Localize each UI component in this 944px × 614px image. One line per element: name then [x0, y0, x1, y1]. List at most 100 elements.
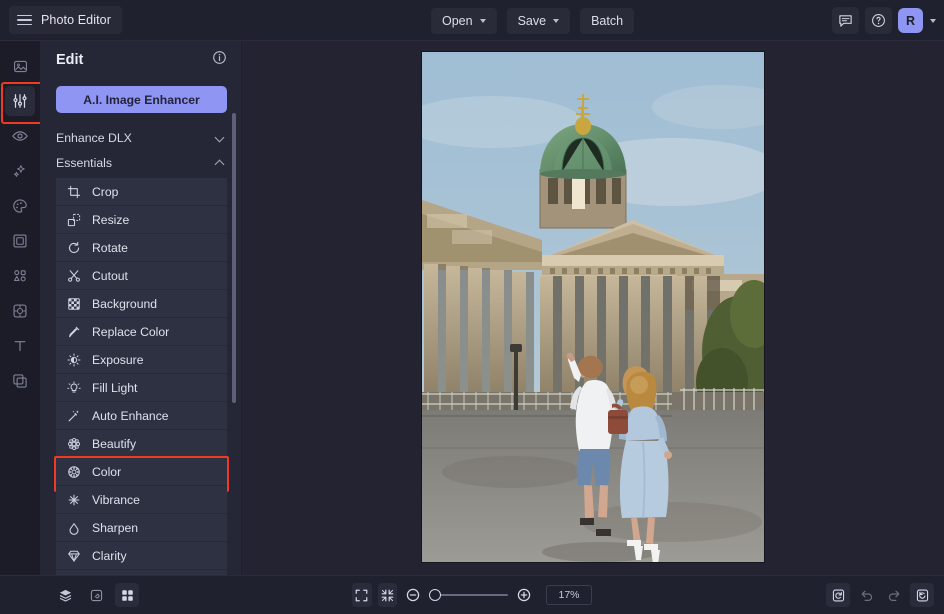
canvas-area: [242, 41, 944, 575]
tool-item-color[interactable]: Color: [56, 458, 227, 486]
redo-button[interactable]: [882, 583, 906, 607]
tool-item-label: Auto Enhance: [92, 409, 169, 423]
tool-item-label: Cutout: [92, 269, 128, 283]
rail-item-text[interactable]: [5, 331, 35, 361]
checker-icon: [67, 297, 81, 311]
rail-item-sparkles[interactable]: [5, 156, 35, 186]
layers-button[interactable]: [53, 583, 77, 607]
rail-item-eye[interactable]: [5, 121, 35, 151]
photo-canvas[interactable]: [422, 52, 764, 562]
undo-button[interactable]: [854, 583, 878, 607]
panel-body: Enhance DLX Essentials Crop: [40, 125, 241, 575]
avatar[interactable]: R: [898, 8, 923, 33]
tool-item-crop[interactable]: Crop: [56, 178, 227, 206]
save-label: Save: [518, 14, 547, 28]
batch-button[interactable]: Batch: [580, 8, 634, 34]
tool-item-sharpen[interactable]: Sharpen: [56, 514, 227, 542]
eyedropper-icon: [67, 325, 81, 339]
tool-item-cutout[interactable]: Cutout: [56, 262, 227, 290]
rail-item-sticker[interactable]: [5, 296, 35, 326]
panel-header: Edit: [40, 41, 241, 78]
zoom-out-button[interactable]: [403, 583, 423, 607]
rail-item-palette[interactable]: [5, 191, 35, 221]
essentials-item-list: Crop Resize Rotate: [40, 175, 241, 575]
tool-item-exposure[interactable]: Exposure: [56, 346, 227, 374]
grid-button[interactable]: [115, 583, 139, 607]
group-essentials[interactable]: Essentials: [40, 150, 241, 175]
zoom-slider[interactable]: [429, 587, 509, 603]
tool-item-label: Crop: [92, 185, 118, 199]
wand-icon: [67, 409, 81, 423]
tool-item-replace-color[interactable]: Replace Color: [56, 318, 227, 346]
tool-item-label: Resize: [92, 213, 129, 227]
app-menu-button[interactable]: Photo Editor: [9, 6, 122, 34]
exposure-icon: [67, 353, 81, 367]
history-controls: [826, 583, 934, 607]
help-circle-icon: [871, 13, 886, 28]
resize-icon: [67, 213, 81, 227]
group-enhance-dlx[interactable]: Enhance DLX: [40, 125, 241, 150]
fit-screen-button[interactable]: [352, 583, 372, 607]
rail-item-overlay[interactable]: [5, 366, 35, 396]
bottom-left-tools: [53, 583, 139, 607]
tool-item-label: Exposure: [92, 353, 144, 367]
zoom-level-value[interactable]: 17%: [546, 585, 592, 605]
rail-item-shapes[interactable]: [5, 261, 35, 291]
tool-item-resize[interactable]: Resize: [56, 206, 227, 234]
tool-item-auto-enhance[interactable]: Auto Enhance: [56, 402, 227, 430]
ai-image-enhancer-button[interactable]: A.I. Image Enhancer: [56, 86, 227, 113]
rail-item-adjustments[interactable]: [5, 86, 35, 116]
text-icon: [11, 337, 29, 355]
collapse-icon: [380, 588, 395, 603]
layers-icon: [58, 588, 73, 603]
chevron-down-icon: [216, 133, 225, 142]
zoom-in-button[interactable]: [514, 583, 534, 607]
redo-icon: [887, 588, 902, 603]
chevron-down-icon: [480, 19, 486, 23]
actual-size-button[interactable]: [378, 583, 398, 607]
tool-item-label: Vibrance: [92, 493, 140, 507]
zoom-in-icon: [516, 587, 532, 603]
open-button[interactable]: Open: [431, 8, 497, 34]
info-button[interactable]: [212, 50, 227, 70]
open-label: Open: [442, 14, 473, 28]
tool-item-fill-light[interactable]: Fill Light: [56, 374, 227, 402]
tool-item-background[interactable]: Background: [56, 290, 227, 318]
tool-rail: [0, 41, 40, 575]
diamond-icon: [67, 549, 81, 563]
top-center-actions: Open Save Batch: [431, 0, 634, 41]
overlay-icon: [11, 372, 29, 390]
tool-item-beautify[interactable]: Beautify: [56, 430, 227, 458]
history-icon: [915, 588, 930, 603]
chat-icon: [838, 13, 853, 28]
reset-button[interactable]: [826, 583, 850, 607]
tool-item-label: Rotate: [92, 241, 128, 255]
rail-item-frame[interactable]: [5, 226, 35, 256]
tool-item-label: Sharpen: [92, 521, 138, 535]
help-button[interactable]: [865, 7, 892, 34]
account-chevron-down-icon[interactable]: [930, 19, 936, 23]
zoom-slider-handle[interactable]: [429, 589, 441, 601]
rail-item-images[interactable]: [5, 51, 35, 81]
bulb-icon: [67, 381, 81, 395]
undo-icon: [859, 588, 874, 603]
photo-image: [422, 52, 764, 562]
sparkles-icon: [11, 162, 29, 180]
save-button[interactable]: Save: [507, 8, 571, 34]
panel-title: Edit: [56, 52, 83, 68]
tool-item-rotate[interactable]: Rotate: [56, 234, 227, 262]
flower-icon: [67, 437, 81, 451]
reset-icon: [831, 588, 846, 603]
palette-icon: [11, 197, 29, 215]
shapes-icon: [11, 267, 29, 285]
tool-item-vibrance[interactable]: Vibrance: [56, 486, 227, 514]
chat-button[interactable]: [832, 7, 859, 34]
history-button[interactable]: [910, 583, 934, 607]
tool-item-clarity[interactable]: Clarity: [56, 542, 227, 570]
link-button[interactable]: [84, 583, 108, 607]
panel-scrollbar[interactable]: [232, 113, 236, 403]
tool-item-label: Replace Color: [92, 325, 169, 339]
hamburger-icon[interactable]: [17, 15, 32, 26]
tool-item-label: Background: [92, 297, 157, 311]
images-icon: [12, 58, 29, 75]
